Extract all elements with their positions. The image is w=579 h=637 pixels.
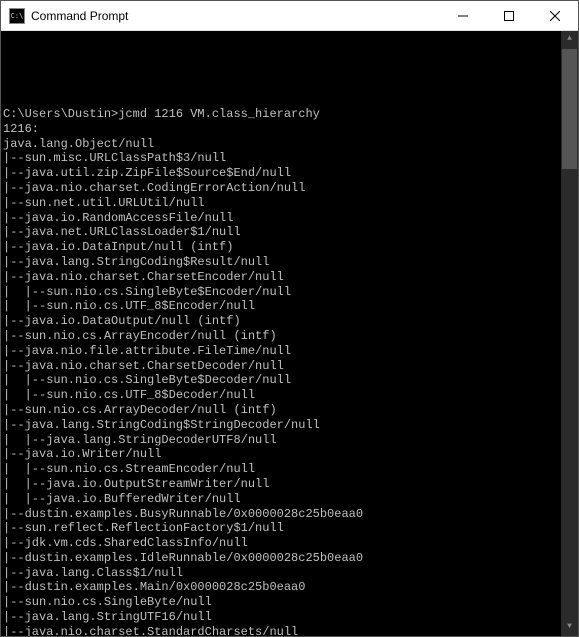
titlebar[interactable]: C:\ Command Prompt — [1, 1, 578, 31]
vertical-scrollbar[interactable]: ▲ ▼ — [561, 31, 578, 636]
output-line: | |--java.io.BufferedWriter/null — [3, 492, 574, 507]
scrollbar-thumb[interactable] — [562, 49, 577, 169]
output-line: |--java.nio.file.attribute.FileTime/null — [3, 344, 574, 359]
output-line: | |--java.io.OutputStreamWriter/null — [3, 477, 574, 492]
output-line: |--java.lang.StringCoding$StringDecoder/… — [3, 418, 574, 433]
output-line: | |--sun.nio.cs.SingleByte$Decoder/null — [3, 373, 574, 388]
window-frame: C:\ Command Prompt C:\Users\Dustin>jcmd … — [0, 0, 579, 637]
close-button[interactable] — [532, 1, 578, 30]
output-line: |--java.io.RandomAccessFile/null — [3, 211, 574, 226]
output-line: |--java.lang.Class$1/null — [3, 566, 574, 581]
close-icon — [550, 11, 560, 21]
scroll-down-arrow[interactable]: ▼ — [561, 619, 578, 636]
output-line: |--sun.nio.cs.ArrayEncoder/null (intf) — [3, 329, 574, 344]
app-icon: C:\ — [9, 8, 25, 24]
output-pid: 1216: — [3, 122, 39, 136]
output-line: |--java.util.zip.ZipFile$Source$End/null — [3, 166, 574, 181]
output-line: |--dustin.examples.Main/0x0000028c25b0ea… — [3, 580, 574, 595]
maximize-icon — [504, 11, 514, 21]
output-line: |--java.nio.charset.CharsetDecoder/null — [3, 359, 574, 374]
output-line: |--java.nio.charset.StandardCharsets/nul… — [3, 625, 574, 636]
command-text: jcmd 1216 VM.class_hierarchy — [118, 107, 320, 121]
output-line: | |--sun.nio.cs.StreamEncoder/null — [3, 462, 574, 477]
output-line: |--dustin.examples.BusyRunnable/0x000002… — [3, 507, 574, 522]
minimize-icon — [458, 11, 468, 21]
output-lines: java.lang.Object/null|--sun.misc.URLClas… — [3, 137, 574, 636]
output-line: | |--sun.nio.cs.UTF_8$Encoder/null — [3, 299, 574, 314]
empty-line — [3, 77, 574, 92]
scroll-up-arrow[interactable]: ▲ — [561, 31, 578, 48]
output-line: |--sun.nio.cs.ArrayDecoder/null (intf) — [3, 403, 574, 418]
output-line: |--java.io.Writer/null — [3, 447, 574, 462]
output-line: |--sun.misc.URLClassPath$3/null — [3, 151, 574, 166]
output-line: |--java.io.DataOutput/null (intf) — [3, 314, 574, 329]
output-line: java.lang.Object/null — [3, 137, 574, 152]
window-controls — [440, 1, 578, 30]
prompt-path: C:\Users\Dustin> — [3, 107, 118, 121]
output-line: |--java.nio.charset.CodingErrorAction/nu… — [3, 181, 574, 196]
output-line: |--java.lang.StringCoding$Result/null — [3, 255, 574, 270]
output-line: |--java.lang.StringUTF16/null — [3, 610, 574, 625]
output-line: |--java.io.DataInput/null (intf) — [3, 240, 574, 255]
output-line: |--java.nio.charset.CharsetEncoder/null — [3, 270, 574, 285]
output-line: |--sun.net.util.URLUtil/null — [3, 196, 574, 211]
output-line: | |--java.lang.StringDecoderUTF8/null — [3, 433, 574, 448]
minimize-button[interactable] — [440, 1, 486, 30]
output-line: |--jdk.vm.cds.SharedClassInfo/null — [3, 536, 574, 551]
maximize-button[interactable] — [486, 1, 532, 30]
terminal-content: C:\Users\Dustin>jcmd 1216 VM.class_hiera… — [3, 63, 574, 636]
output-line: |--dustin.examples.IdleRunnable/0x000002… — [3, 551, 574, 566]
window-title: Command Prompt — [31, 9, 440, 23]
output-line: |--sun.reflect.ReflectionFactory$1/null — [3, 521, 574, 536]
output-line: | |--sun.nio.cs.UTF_8$Decoder/null — [3, 388, 574, 403]
output-line: |--java.net.URLClassLoader$1/null — [3, 225, 574, 240]
output-line: | |--sun.nio.cs.SingleByte$Encoder/null — [3, 285, 574, 300]
terminal-area[interactable]: C:\Users\Dustin>jcmd 1216 VM.class_hiera… — [1, 31, 578, 636]
output-line: |--sun.nio.cs.SingleByte/null — [3, 595, 574, 610]
